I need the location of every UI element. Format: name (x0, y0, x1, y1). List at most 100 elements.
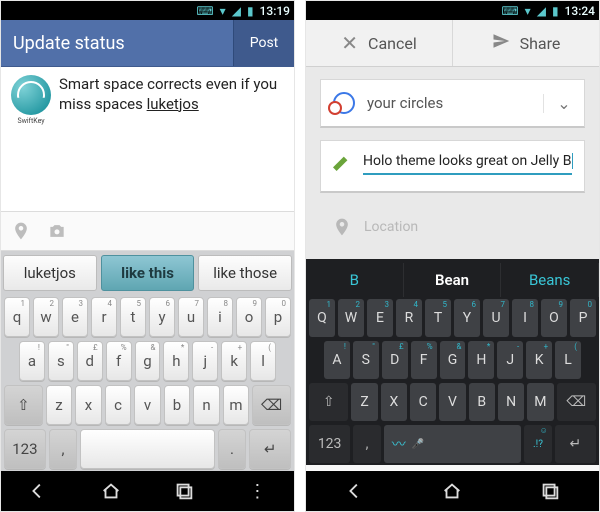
key-enter[interactable]: ↵ (249, 429, 291, 469)
key-x[interactable]: x (75, 385, 102, 425)
nav-recents[interactable] (171, 478, 197, 504)
swiftkey-logo: SwiftKey (11, 75, 51, 115)
cancel-button[interactable]: ✕ Cancel (306, 20, 452, 66)
key-backspace[interactable]: ⌫ (557, 383, 596, 421)
cancel-label: Cancel (368, 34, 417, 53)
key-shift[interactable]: ⇧ (309, 383, 348, 421)
key-space[interactable] (80, 429, 215, 469)
key-symbols[interactable]: 123 (309, 425, 350, 463)
key-Q[interactable]: Q1 (309, 299, 335, 337)
key-y[interactable]: y6 (149, 297, 175, 337)
key-W[interactable]: W2 (338, 299, 364, 337)
key-i[interactable]: i8 (207, 297, 233, 337)
key-l[interactable]: l( (250, 341, 276, 381)
suggestion-2[interactable]: like this (101, 255, 195, 291)
key-H[interactable]: H* (468, 341, 494, 379)
key-B[interactable]: B (469, 383, 495, 421)
key-enter[interactable]: ↵ (555, 425, 596, 463)
key-O[interactable]: O9 (541, 299, 567, 337)
nav-home[interactable] (98, 478, 124, 504)
key-v[interactable]: v (134, 385, 161, 425)
location-icon[interactable] (11, 221, 31, 241)
mic-icon: 🎤 (412, 439, 424, 450)
key-u[interactable]: u7 (178, 297, 204, 337)
key-b[interactable]: b (164, 385, 191, 425)
key-g[interactable]: g& (135, 341, 161, 381)
key-d[interactable]: d£ (77, 341, 103, 381)
key-s[interactable]: s" (48, 341, 74, 381)
key-f[interactable]: f% (106, 341, 132, 381)
location-row[interactable]: Location (320, 205, 585, 249)
key-r[interactable]: r4 (91, 297, 117, 337)
suggestion-1[interactable]: luketjos (3, 255, 97, 291)
key-R[interactable]: R4 (396, 299, 422, 337)
key-U[interactable]: U7 (483, 299, 509, 337)
key-c[interactable]: c (105, 385, 132, 425)
suggestion-3[interactable]: Beans (501, 263, 599, 297)
key-k[interactable]: k+ (221, 341, 247, 381)
key-E[interactable]: E3 (367, 299, 393, 337)
key-a[interactable]: a! (19, 341, 45, 381)
battery-icon: ▮ (247, 4, 254, 18)
key-S[interactable]: S" (353, 341, 379, 379)
key-e[interactable]: e3 (62, 297, 88, 337)
key-comma[interactable]: , (353, 425, 381, 463)
key-period[interactable]: . (218, 429, 247, 469)
compose-text-input[interactable]: Smart space corrects even if you miss sp… (59, 75, 284, 114)
key-L[interactable]: L( (555, 341, 581, 379)
key-t[interactable]: t5 (120, 297, 146, 337)
send-icon (492, 32, 510, 54)
key-T[interactable]: T5 (425, 299, 451, 337)
key-n[interactable]: n (193, 385, 220, 425)
key-G[interactable]: G& (440, 341, 466, 379)
share-button[interactable]: Share (453, 20, 599, 66)
nav-back[interactable] (342, 478, 368, 504)
key-X[interactable]: X (381, 383, 407, 421)
keyboard-indicator-icon: ⌨ (196, 4, 213, 18)
key-P[interactable]: P0 (570, 299, 596, 337)
key-p[interactable]: p0 (265, 297, 291, 337)
keyboard-dark: B Bean Beans Q1W2E3R4T5Y6U7I8O9P0 A!S"D£… (306, 259, 599, 465)
key-F[interactable]: F% (411, 341, 437, 379)
key-z[interactable]: z (46, 385, 73, 425)
key-K[interactable]: K+ (526, 341, 552, 379)
key-w[interactable]: w2 (33, 297, 59, 337)
suggestion-3[interactable]: like those (198, 255, 292, 291)
key-Z[interactable]: Z (351, 383, 377, 421)
nav-recents[interactable] (537, 478, 563, 504)
wifi-icon: ▾ (220, 4, 226, 18)
key-o[interactable]: o9 (236, 297, 262, 337)
key-backspace[interactable]: ⌫ (252, 385, 291, 425)
camera-icon[interactable] (47, 221, 67, 241)
chevron-down-icon[interactable]: ⌄ (543, 94, 584, 113)
nav-back[interactable] (25, 478, 51, 504)
key-comma[interactable]: , (49, 429, 78, 469)
suggestion-1[interactable]: B (306, 263, 404, 297)
key-h[interactable]: h* (163, 341, 189, 381)
key-period[interactable]: .!?☺ (524, 425, 552, 463)
key-D[interactable]: D£ (382, 341, 408, 379)
key-Y[interactable]: Y6 (454, 299, 480, 337)
key-space[interactable]: 〰🎤 (384, 425, 522, 463)
attach-toolbar (1, 211, 294, 251)
key-I[interactable]: I8 (512, 299, 538, 337)
key-q[interactable]: q1 (4, 297, 30, 337)
circles-selector[interactable]: your circles ⌄ (320, 79, 585, 128)
status-bar: ⌨ ▾ ◢ ▮ 13:19 (1, 1, 294, 20)
key-V[interactable]: V (439, 383, 465, 421)
key-j[interactable]: j- (192, 341, 218, 381)
compose-text-correction: luketjos (147, 95, 199, 113)
nav-home[interactable] (439, 478, 465, 504)
key-A[interactable]: A! (324, 341, 350, 379)
key-J[interactable]: J- (497, 341, 523, 379)
post-button[interactable]: Post (233, 20, 294, 66)
nav-menu[interactable]: ⋮ (244, 478, 270, 504)
key-symbols[interactable]: 123 (4, 429, 46, 469)
key-shift[interactable]: ⇧ (4, 385, 43, 425)
suggestion-2[interactable]: Bean (404, 263, 502, 297)
key-m[interactable]: m (223, 385, 250, 425)
key-M[interactable]: M (527, 383, 553, 421)
post-text-input[interactable]: Holo theme looks great on Jelly B (363, 153, 572, 175)
key-N[interactable]: N (498, 383, 524, 421)
key-C[interactable]: C (410, 383, 436, 421)
